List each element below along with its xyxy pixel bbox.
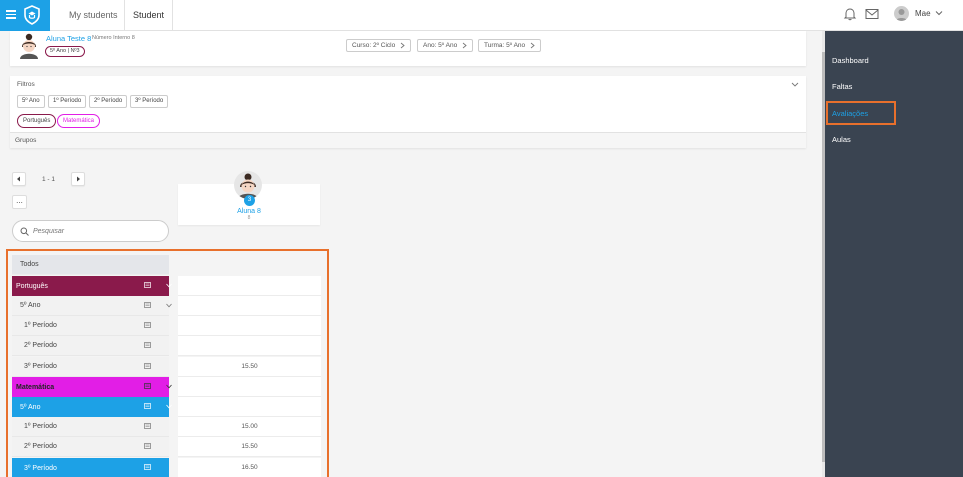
list-icon[interactable]: [144, 383, 151, 389]
caret-right-icon: [77, 176, 80, 182]
list-icon[interactable]: [144, 322, 151, 328]
filter-3-periodo[interactable]: 3º Período: [130, 95, 169, 108]
user-avatar[interactable]: [894, 6, 909, 21]
list-icon[interactable]: [144, 464, 151, 470]
chevron-down-icon[interactable]: [166, 384, 172, 389]
chip-turma-label: Turma: 5º Ano: [484, 42, 526, 49]
student-name-link[interactable]: Aluna Teste 8: [46, 34, 91, 43]
sidebar-item-dashboard[interactable]: Dashboard: [832, 56, 869, 65]
chevron-down-icon[interactable]: [166, 303, 172, 308]
table-row-2-periodo-matematica[interactable]: 2º Período: [12, 437, 169, 457]
sidebar-item-faltas[interactable]: Faltas: [832, 82, 852, 91]
table-row-3-periodo[interactable]: 3º Período: [12, 357, 169, 377]
search-icon: [20, 227, 29, 236]
row-label: 2º Período: [24, 443, 57, 450]
table-cell[interactable]: [178, 316, 321, 336]
table-cell[interactable]: [178, 397, 321, 417]
table-row-todos[interactable]: Todos: [12, 255, 169, 275]
right-sidebar: [825, 31, 963, 477]
list-icon[interactable]: [144, 423, 151, 429]
row-label: 1º Período: [24, 322, 57, 329]
row-label: 5º Ano: [20, 403, 41, 411]
menu-logo-area[interactable]: [0, 0, 50, 31]
chip-curso-label: Curso: 2º Ciclo: [352, 42, 396, 49]
row-label: Todos: [20, 261, 39, 268]
row-label: 5º Ano: [20, 302, 41, 309]
chip-ano-label: Ano: 5º Ano: [423, 42, 458, 49]
row-label: 2º Período: [24, 342, 57, 349]
filter-1-periodo[interactable]: 1º Período: [48, 95, 87, 108]
list-icon[interactable]: [144, 282, 151, 288]
bell-icon[interactable]: [843, 7, 857, 21]
filters-title: Filtros: [17, 81, 35, 88]
table-cell[interactable]: [178, 276, 321, 296]
table-cell[interactable]: 15.50: [178, 437, 321, 457]
list-icon[interactable]: [144, 403, 151, 409]
table-cell[interactable]: [178, 336, 321, 356]
chevron-right-icon: [462, 42, 467, 49]
chevron-down-icon[interactable]: [791, 82, 799, 88]
list-icon[interactable]: [144, 443, 151, 449]
user-name[interactable]: Mae: [915, 9, 931, 18]
more-options-button[interactable]: ...: [12, 195, 27, 209]
chip-curso[interactable]: Curso: 2º Ciclo: [346, 39, 412, 52]
caret-left-icon: [17, 176, 20, 182]
table-row-1-periodo[interactable]: 1º Período: [12, 316, 169, 336]
user-avatar-icon: [896, 9, 907, 21]
row-label: Matemática: [16, 383, 55, 391]
chevron-down-icon[interactable]: [935, 9, 943, 17]
tab-student[interactable]: Student: [124, 0, 173, 31]
chevron-down-icon[interactable]: [166, 404, 172, 409]
row-label: 1º Período: [24, 423, 57, 430]
filter-5-ano[interactable]: 5º Ano: [17, 95, 45, 108]
student-class-badge: 5º Ano | Nº3: [45, 46, 85, 57]
filter-subject-matematica[interactable]: Matemática: [57, 114, 101, 128]
table-row-portugues[interactable]: Português: [12, 276, 172, 296]
table-row-matematica[interactable]: Matemática: [12, 377, 172, 397]
hamburger-icon[interactable]: [6, 10, 16, 19]
pagination-prev-button[interactable]: [12, 172, 26, 186]
filter-2-periodo[interactable]: 2º Período: [89, 95, 128, 108]
sidebar-item-aulas[interactable]: Aulas: [832, 135, 851, 144]
table-cell[interactable]: [178, 296, 321, 316]
pagination-next-button[interactable]: [71, 172, 85, 186]
chip-turma[interactable]: Turma: 5º Ano: [478, 39, 542, 52]
list-icon[interactable]: [144, 302, 151, 308]
table-cell[interactable]: [178, 377, 321, 397]
table-cell[interactable]: 15.50: [178, 357, 321, 377]
table-row-2-periodo[interactable]: 2º Período: [12, 336, 169, 356]
groups-bar[interactable]: [10, 132, 806, 148]
list-icon[interactable]: [144, 342, 151, 348]
list-icon[interactable]: [144, 363, 151, 369]
column-student-name[interactable]: Aluna 8: [178, 208, 320, 215]
table-row-5-ano-matematica[interactable]: 5º Ano: [12, 397, 172, 417]
search-input[interactable]: [33, 225, 153, 237]
table-cell[interactable]: 16.50: [178, 458, 321, 477]
chevron-down-icon[interactable]: [166, 283, 172, 288]
column-student-number: 8: [247, 215, 251, 221]
tab-my-students[interactable]: My students: [59, 0, 128, 31]
chip-ano[interactable]: Ano: 5º Ano: [417, 39, 474, 52]
row-label: 3º Período: [24, 363, 57, 370]
row-label: Português: [16, 282, 48, 290]
table-row-5-ano[interactable]: 5º Ano: [12, 296, 172, 316]
row-label: 3º Período: [24, 464, 57, 472]
sidebar-highlight-frame: [826, 101, 896, 125]
shield-logo-icon: [24, 5, 40, 25]
groups-label: Grupos: [15, 137, 37, 144]
filter-subject-portugues[interactable]: Português: [17, 114, 57, 128]
student-number: Número Interno 8: [92, 35, 135, 41]
table-cell[interactable]: 15.00: [178, 417, 321, 437]
chevron-right-icon: [400, 42, 405, 49]
pagination-label: 1 - 1: [42, 176, 56, 183]
chevron-right-icon: [530, 42, 535, 49]
student-avatar-icon: [20, 33, 38, 59]
table-row-3-periodo-matematica[interactable]: 3º Período: [12, 458, 169, 477]
mail-icon[interactable]: [865, 8, 879, 20]
table-row-1-periodo-matematica[interactable]: 1º Período: [12, 417, 169, 437]
column-student-badge: 3: [244, 195, 255, 206]
